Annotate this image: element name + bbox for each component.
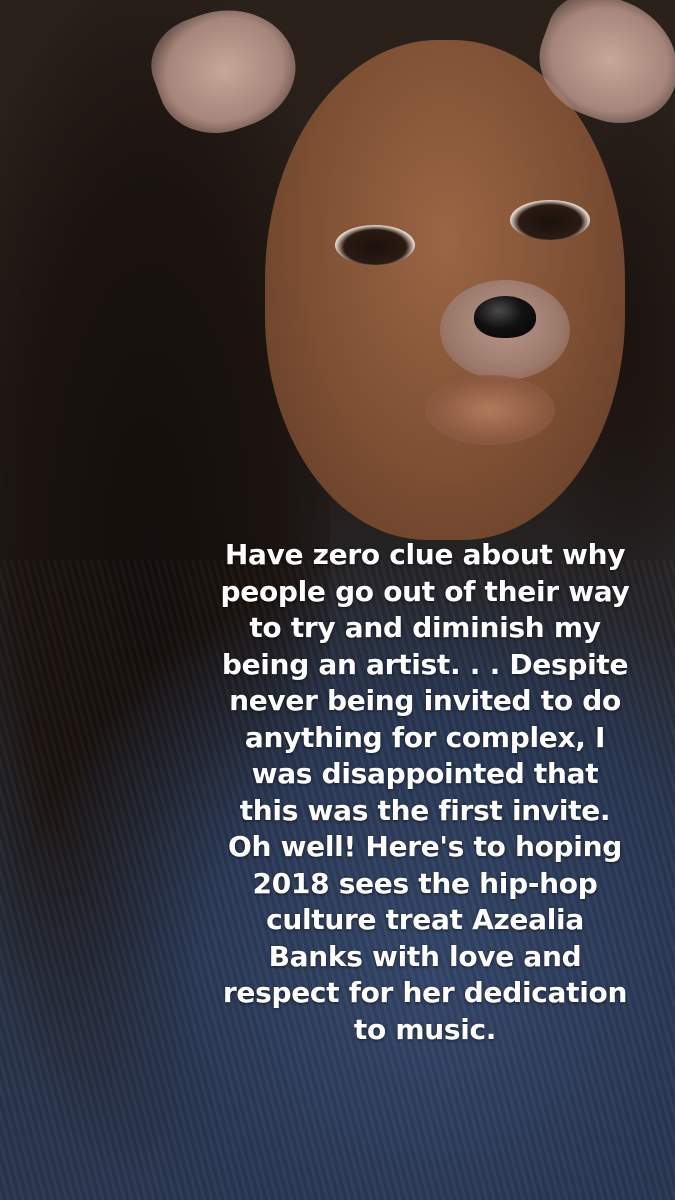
- face: [265, 40, 625, 540]
- story-photo[interactable]: Have zero clue about why people go out o…: [0, 0, 675, 1200]
- lips: [425, 375, 555, 445]
- eye-right: [510, 200, 590, 240]
- caption-line: was disappointed that: [251, 757, 599, 790]
- story-caption: Have zero clue about why people go out o…: [195, 537, 655, 1048]
- caption-line: respect for her dedication: [222, 976, 628, 1009]
- eye-left: [335, 225, 415, 265]
- dog-nose-icon: [474, 296, 536, 338]
- caption-line: Oh well! Here's to hoping: [228, 830, 622, 863]
- caption-line: anything for complex, I: [244, 720, 606, 754]
- caption-line: culture treat Azealia: [266, 903, 584, 936]
- caption-line: to music.: [353, 1012, 497, 1046]
- caption-line: to try and diminish my: [249, 611, 601, 644]
- caption-line: 2018 sees the hip-hop: [252, 866, 598, 900]
- caption-line: Banks with love and: [268, 939, 582, 973]
- caption-line: people go out of their way: [220, 574, 630, 608]
- caption-line: this was the first invite.: [239, 793, 611, 827]
- caption-line: never being invited to do: [229, 684, 621, 717]
- caption-line: Have zero clue about why: [224, 538, 626, 571]
- caption-line: being an artist. . . Despite: [221, 647, 629, 681]
